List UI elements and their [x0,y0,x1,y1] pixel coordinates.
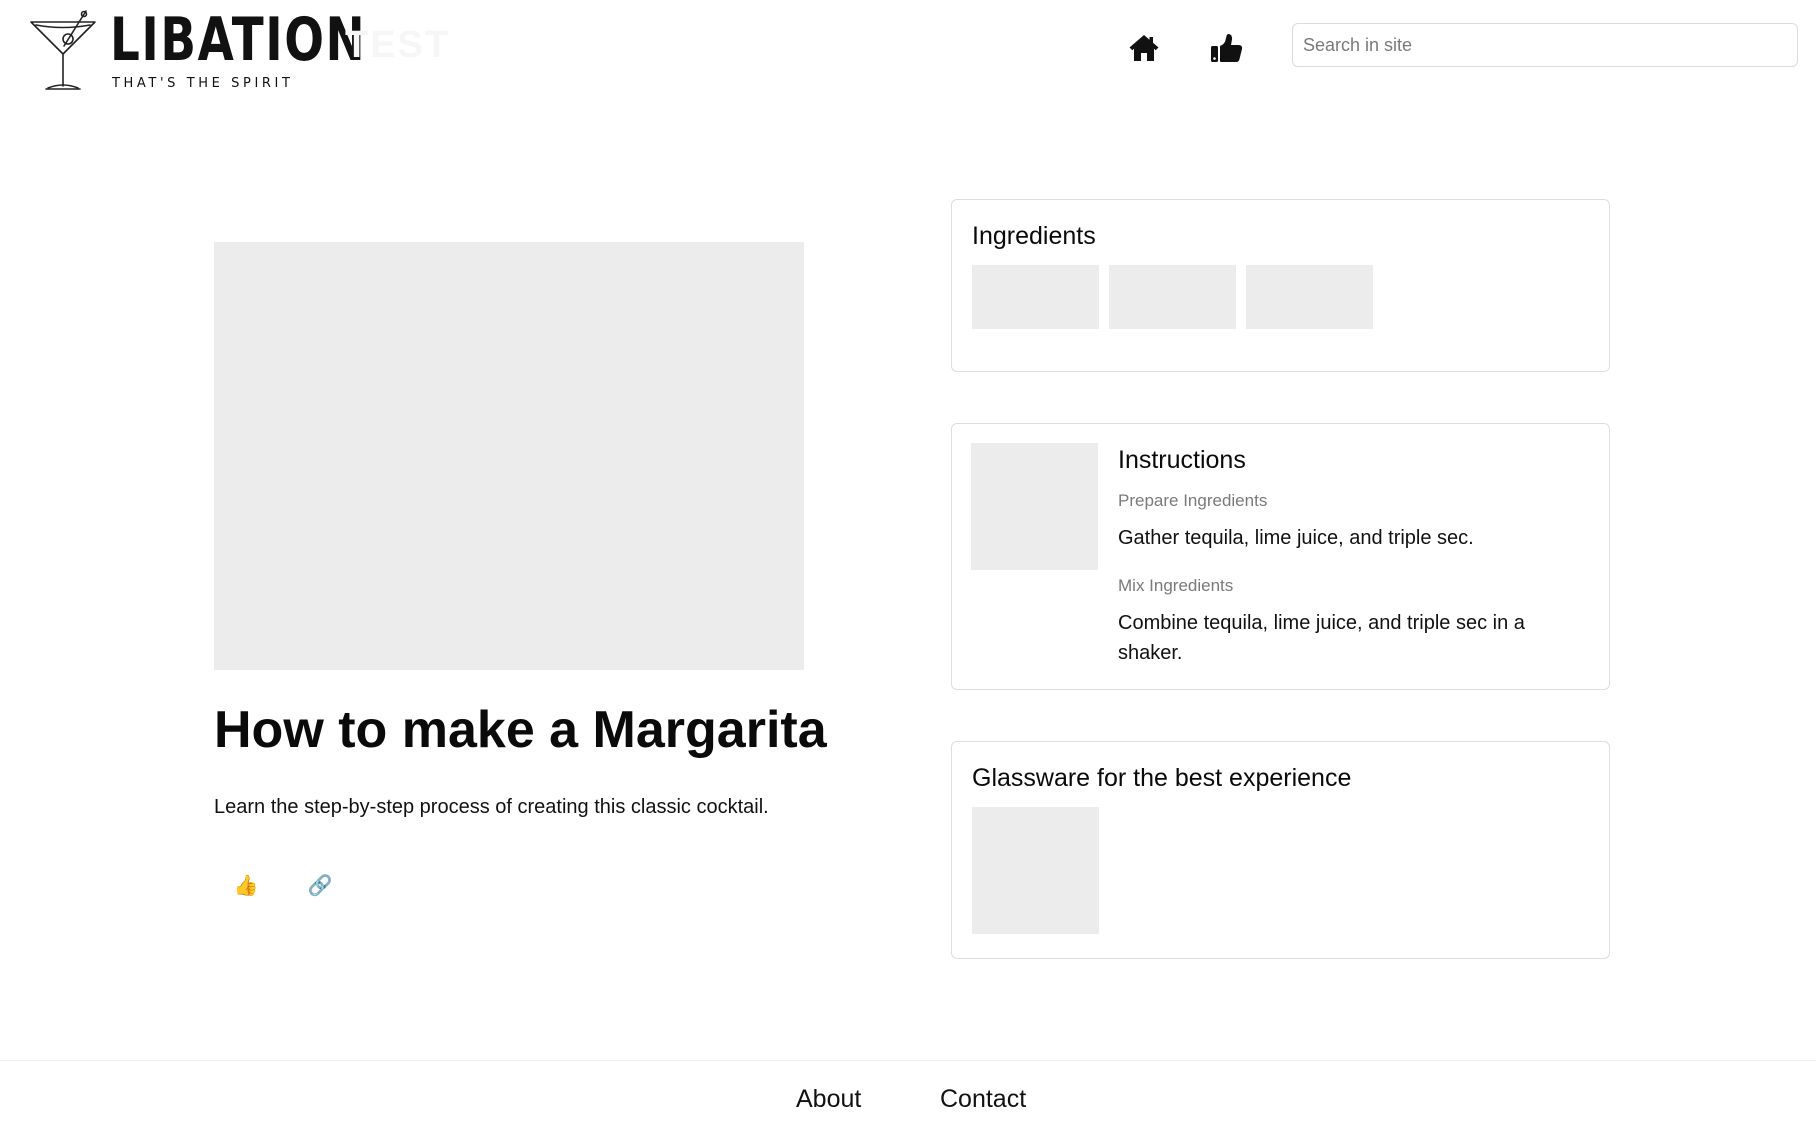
ingredient-thumbnail[interactable] [972,265,1099,329]
recipe-description: Learn the step-by-step process of creati… [214,796,769,818]
step-label: Prepare Ingredients [1118,491,1268,510]
like-button[interactable]: 👍 [226,868,266,902]
martini-glass-icon [30,10,96,90]
ingredient-thumbnail[interactable] [1246,265,1373,329]
copy-link-button[interactable]: 🔗 [300,868,340,902]
glassware-heading: Glassware for the best experience [972,764,1352,792]
home-icon [1129,35,1159,61]
footer-about-link[interactable]: About [796,1083,861,1115]
thumbs-up-icon: 👍 [233,874,259,897]
glassware-card: Glassware for the best experience [951,741,1610,959]
ingredient-thumbnail[interactable] [1109,265,1236,329]
thumbs-up-icon [1211,34,1243,62]
instruction-image-placeholder [971,443,1098,570]
footer-contact-link[interactable]: Contact [940,1083,1026,1115]
step-text: Gather tequila, lime juice, and triple s… [1118,527,1474,549]
ingredients-heading: Ingredients [972,222,1096,250]
instructions-card: Instructions Prepare Ingredients Gather … [951,423,1610,690]
step-text: Combine tequila, lime juice, and triple … [1118,612,1525,664]
environment-label: TEST [345,24,451,66]
site-logo[interactable]: LIBATION THAT'S THE SPIRIT [28,5,365,92]
instructions-heading: Instructions [1118,446,1246,474]
link-icon: 🔗 [307,874,333,897]
site-search-input[interactable] [1292,23,1798,67]
ingredients-card: Ingredients [951,199,1610,372]
site-footer: About Contact [0,1060,1816,1137]
liked-recipes-button[interactable] [1207,28,1247,68]
step-label: Mix Ingredients [1118,576,1234,595]
glassware-thumbnail[interactable] [972,807,1099,934]
cocktail-image-placeholder [214,242,804,670]
page-title: How to make a Margarita [214,701,827,759]
logo-tagline: THAT'S THE SPIRIT [112,76,294,91]
logo-wordmark: LIBATION [110,5,367,75]
home-button[interactable] [1124,28,1164,68]
site-header: LIBATION THAT'S THE SPIRIT TEST [0,0,1816,96]
